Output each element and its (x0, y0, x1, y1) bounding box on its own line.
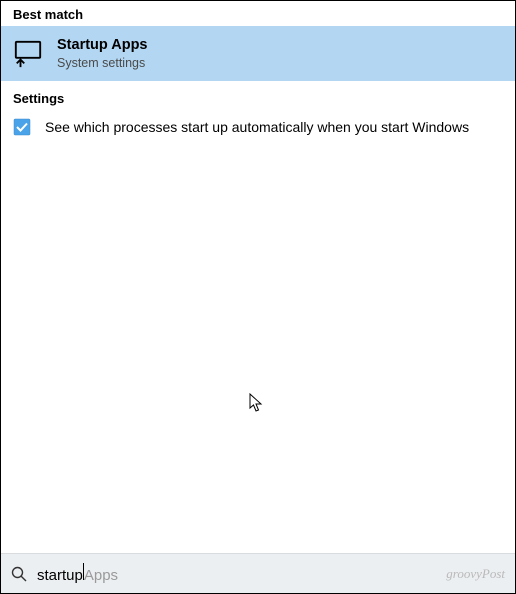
best-match-result[interactable]: Startup Apps System settings (1, 26, 515, 81)
start-search-panel: Best match Startup Apps System settings … (0, 0, 516, 594)
search-suggestion-text: Apps (84, 567, 118, 584)
settings-checkbox-icon (13, 118, 31, 136)
settings-result-label: See which processes start up automatical… (45, 119, 469, 135)
search-icon (11, 566, 27, 582)
settings-header: Settings (1, 81, 515, 110)
monitor-arrow-up-icon (13, 39, 43, 69)
best-match-header: Best match (1, 1, 515, 26)
best-match-text: Startup Apps System settings (57, 36, 148, 71)
search-input[interactable]: startupApps (37, 563, 118, 584)
watermark: groovyPost (446, 566, 505, 582)
search-bar[interactable]: startupApps groovyPost (1, 553, 515, 593)
search-typed-text: startup (37, 567, 83, 584)
mouse-cursor-icon (249, 393, 263, 413)
best-match-subtitle: System settings (57, 55, 148, 71)
settings-result[interactable]: See which processes start up automatical… (1, 110, 515, 144)
results-area: Best match Startup Apps System settings … (1, 1, 515, 553)
best-match-title: Startup Apps (57, 36, 148, 55)
